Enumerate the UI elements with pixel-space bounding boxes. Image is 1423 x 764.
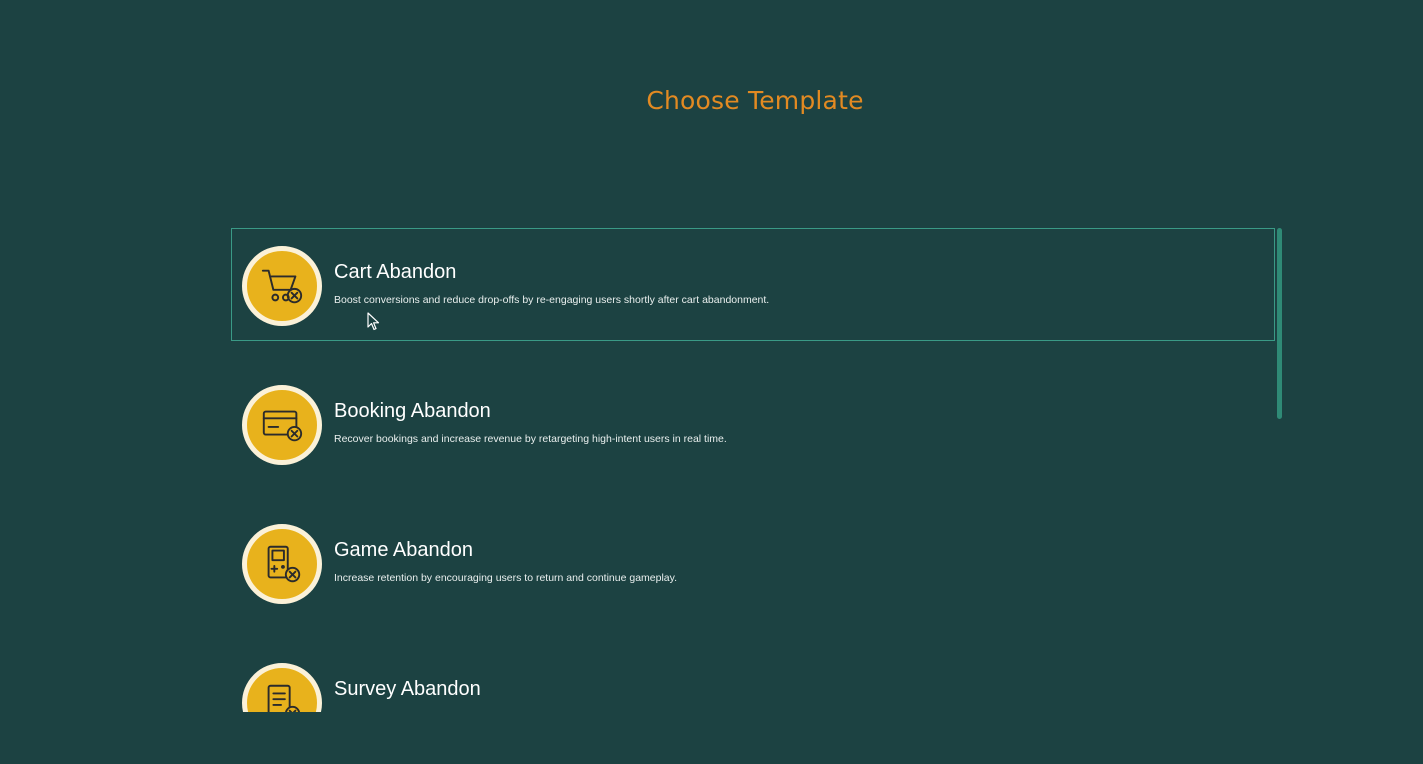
template-card-booking-abandon[interactable]: Booking Abandon Recover bookings and inc… — [231, 367, 1275, 480]
template-description: Recover bookings and increase revenue by… — [334, 433, 727, 445]
template-description: Boost conversions and reduce drop-offs b… — [334, 294, 770, 306]
template-title: Game Abandon — [334, 539, 473, 561]
template-description: Increase retention by encouraging users … — [334, 572, 678, 584]
template-card-survey-abandon[interactable]: Survey Abandon — [231, 645, 1275, 712]
template-title: Booking Abandon — [334, 400, 491, 422]
template-chooser-page: Choose Template Cart Abandon Boost conve… — [0, 0, 1423, 764]
template-title: Survey Abandon — [334, 678, 481, 700]
game-cancel-icon — [242, 524, 322, 604]
booking-cancel-icon — [242, 385, 322, 465]
template-card-game-abandon[interactable]: Game Abandon Increase retention by encou… — [231, 506, 1275, 619]
template-title: Cart Abandon — [334, 261, 457, 283]
page-title: Choose Template — [646, 86, 864, 115]
template-list[interactable]: Cart Abandon Boost conversions and reduc… — [231, 228, 1275, 712]
list-scrollbar[interactable] — [1277, 228, 1282, 419]
template-card-cart-abandon[interactable]: Cart Abandon Boost conversions and reduc… — [231, 228, 1275, 341]
survey-cancel-icon — [242, 663, 322, 712]
cart-cancel-icon — [242, 246, 322, 326]
mouse-cursor-icon — [367, 312, 380, 331]
